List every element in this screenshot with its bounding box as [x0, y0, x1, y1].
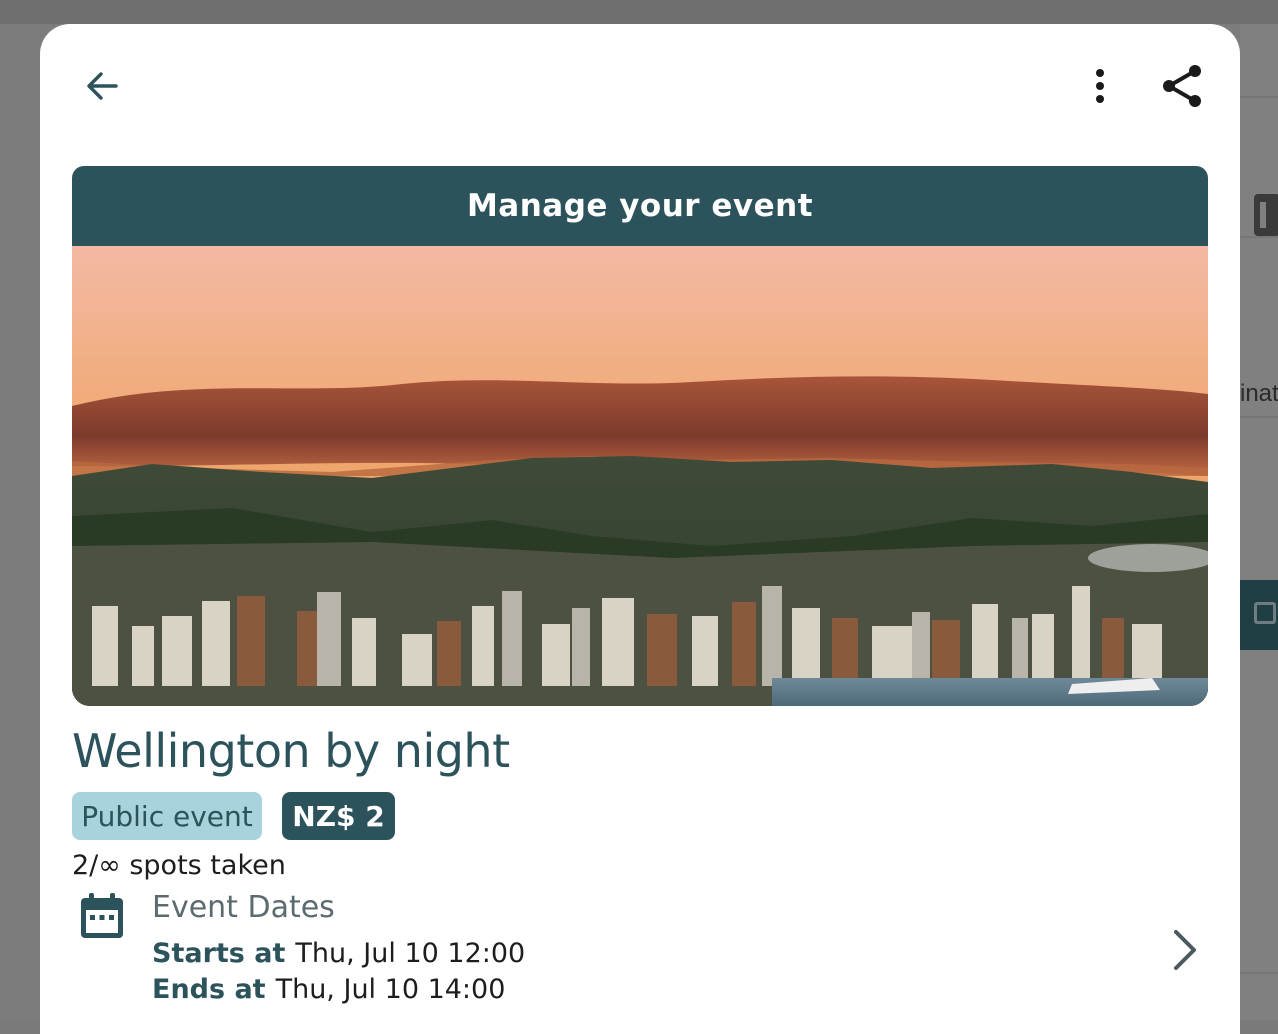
background-partial-text: inat: [1240, 380, 1278, 407]
background-divider: [1240, 236, 1278, 238]
end-date-line: Ends at Thu, Jul 10 14:00: [152, 974, 505, 1005]
city-sunset-image: [72, 246, 1208, 706]
starts-at-value: Thu, Jul 10 12:00: [295, 938, 526, 969]
background-divider: [1240, 416, 1278, 418]
calendar-icon: [81, 893, 123, 938]
back-button[interactable]: [80, 64, 124, 108]
starts-at-label: Starts at: [152, 938, 286, 969]
background-divider: [1240, 972, 1278, 974]
manage-event-button[interactable]: Manage your event: [72, 166, 1208, 246]
manage-event-label: Manage your event: [466, 188, 814, 224]
info-icon: [1254, 194, 1278, 236]
more-vert-icon: [1096, 69, 1104, 103]
background-divider: [1240, 96, 1278, 98]
background-page-edge: inat: [1240, 24, 1278, 1020]
more-options-button[interactable]: [1080, 62, 1120, 110]
event-dates-row[interactable]: Event Dates Starts at Thu, Jul 10 12:00 E…: [72, 886, 1208, 1016]
event-title: Wellington by night: [72, 724, 510, 778]
visibility-chip: Public event: [72, 792, 262, 840]
price-chip: NZ$ 2: [282, 792, 395, 840]
ends-at-value: Thu, Jul 10 14:00: [275, 974, 506, 1005]
background-calendar-button: [1240, 580, 1278, 650]
event-cover-image: [72, 246, 1208, 706]
chevron-right-icon: [1174, 930, 1196, 970]
start-date-line: Starts at Thu, Jul 10 12:00: [152, 938, 525, 969]
spots-taken-text: 2/∞ spots taken: [72, 850, 286, 881]
event-dialog: Manage your event Wellington by night Pu…: [40, 24, 1240, 1034]
share-button[interactable]: [1158, 62, 1206, 110]
arrow-left-icon: [87, 72, 118, 100]
ends-at-label: Ends at: [152, 974, 266, 1005]
background-top-strip: [0, 0, 1278, 24]
share-icon: [1163, 65, 1201, 107]
event-dates-heading: Event Dates: [152, 890, 335, 925]
